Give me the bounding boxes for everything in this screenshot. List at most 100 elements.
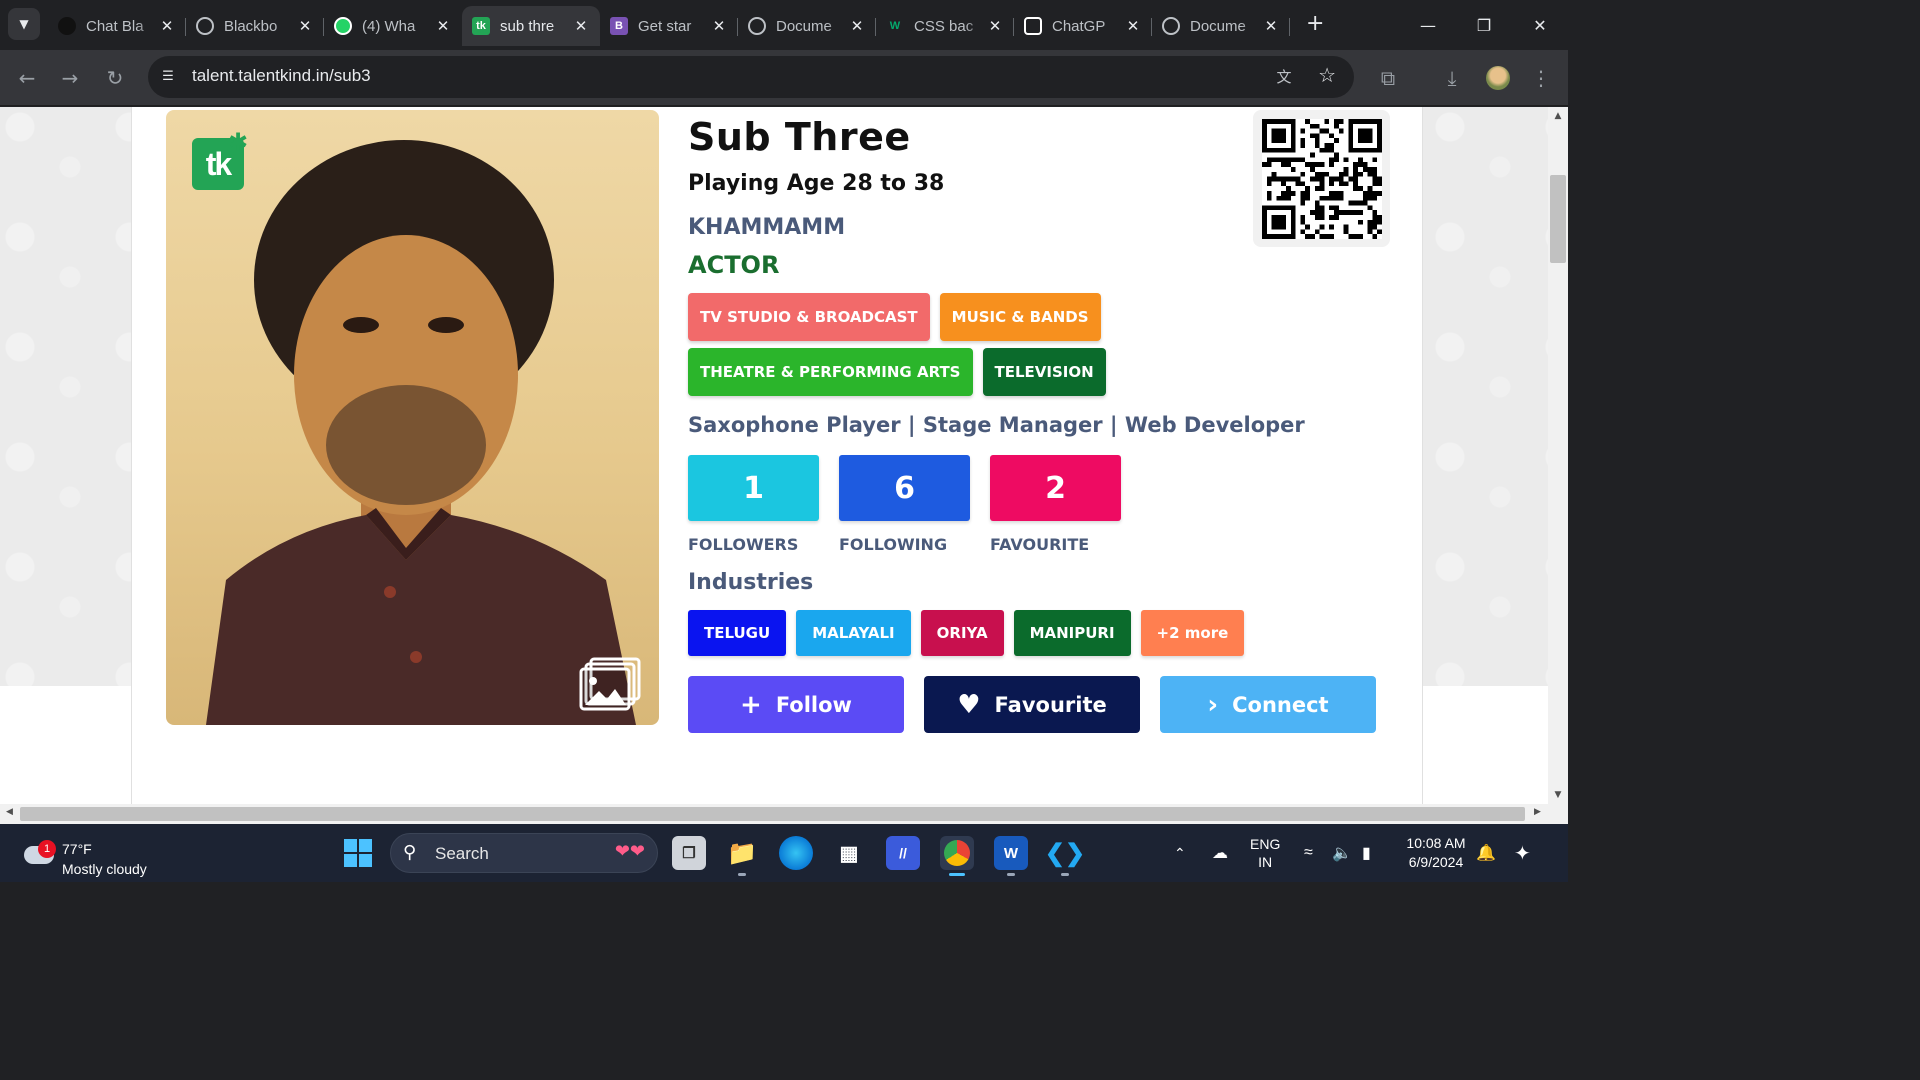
browser-tab[interactable]: Blackbo ✕ <box>186 6 324 46</box>
browser-tab[interactable]: W CSS bac ✕ <box>876 6 1014 46</box>
weather-condition: Mostly cloudy <box>62 861 147 877</box>
app-icon[interactable]: // <box>886 836 920 870</box>
task-view-icon[interactable]: ❐ <box>672 836 706 870</box>
favourite-button[interactable]: ♥ Favourite <box>924 676 1140 733</box>
tray-overflow-icon[interactable]: ⌃ <box>1174 824 1186 882</box>
restore-icon[interactable]: ❐ <box>1456 0 1512 50</box>
window-controls: — ❐ ✕ <box>1400 0 1568 50</box>
tab-title: Docume <box>1190 17 1246 35</box>
battery-icon[interactable]: ▮ <box>1362 824 1371 882</box>
category-tag[interactable]: TELEVISION <box>982 348 1106 396</box>
system-clock[interactable]: 10:08 AM 6/9/2024 <box>1398 834 1474 872</box>
stats-row: 1 FOLLOWERS 6 FOLLOWING 2 FAVOURITE <box>688 455 1121 554</box>
tab-close-icon[interactable]: ✕ <box>1124 17 1142 35</box>
tab-search-button[interactable]: ▼ <box>8 8 40 40</box>
minimize-icon[interactable]: — <box>1400 0 1456 50</box>
close-icon[interactable]: ✕ <box>1512 0 1568 50</box>
button-label: Follow <box>775 692 852 717</box>
industry-tag[interactable]: +2 more <box>1140 610 1245 656</box>
wifi-icon[interactable]: ≈ <box>1304 824 1313 882</box>
horizontal-scroll-thumb[interactable] <box>20 807 1525 821</box>
scroll-right-icon[interactable]: ▶ <box>1534 807 1541 817</box>
windows-start-icon[interactable] <box>344 839 372 867</box>
tab-list: Chat Bla ✕ Blackbo ✕ (4) Wha ✕ tk sub thre ✕ B Get… <box>48 6 1290 46</box>
store-icon[interactable]: ▦ <box>832 836 866 870</box>
word-icon[interactable]: W <box>994 836 1028 876</box>
stat-following[interactable]: 6 FOLLOWING <box>839 455 970 554</box>
browser-tab[interactable]: (4) Wha ✕ <box>324 6 462 46</box>
notification-bell-icon[interactable]: 🔔 <box>1476 824 1496 882</box>
qr-code[interactable] <box>1253 110 1390 247</box>
tab-close-icon[interactable]: ✕ <box>158 17 176 35</box>
taskbar-search[interactable]: ⚲ Search ❤❤ <box>390 833 658 873</box>
stat-value-box[interactable]: 1 <box>688 455 819 521</box>
menu-dots-icon[interactable]: ⋮ <box>1527 64 1555 92</box>
tab-close-icon[interactable]: ✕ <box>1262 17 1280 35</box>
browser-tab[interactable]: Docume ✕ <box>738 6 876 46</box>
onedrive-icon[interactable]: ☁ <box>1212 824 1228 882</box>
vertical-scroll-thumb[interactable] <box>1550 175 1566 263</box>
chevron-right-icon: › <box>1207 689 1219 720</box>
copilot-icon[interactable]: ✦ <box>1514 824 1531 882</box>
scroll-down-icon[interactable]: ▼ <box>1548 790 1568 800</box>
tab-close-icon[interactable]: ✕ <box>986 17 1004 35</box>
scroll-up-icon[interactable]: ▲ <box>1548 111 1568 121</box>
browser-tab[interactable]: Chat Bla ✕ <box>48 6 186 46</box>
address-bar[interactable]: ☰ talent.talentkind.in/sub3 文 ☆ <box>148 56 1354 98</box>
industry-tag[interactable]: ORIYA <box>920 610 1004 656</box>
category-tag[interactable]: MUSIC & BANDS <box>939 293 1101 341</box>
tab-close-icon[interactable]: ✕ <box>710 17 728 35</box>
stat-value-box[interactable]: 6 <box>839 455 970 521</box>
profile-avatar[interactable] <box>1486 66 1510 90</box>
language-indicator[interactable]: ENG IN <box>1250 824 1280 882</box>
horizontal-scrollbar[interactable]: ◀ ▶ <box>0 804 1568 824</box>
extensions-icon[interactable]: ⧉ <box>1374 64 1402 92</box>
whatsapp-icon <box>334 17 352 35</box>
browser-tab[interactable]: tk sub thre ✕ <box>462 6 600 46</box>
industry-tag[interactable]: TELUGU <box>688 610 787 656</box>
translate-icon[interactable]: 文 <box>1272 65 1296 89</box>
site-info-icon[interactable]: ☰ <box>158 67 178 87</box>
weather-widget[interactable]: 1 77°F Mostly cloudy <box>20 832 180 877</box>
browser-tab[interactable]: Docume ✕ <box>1152 6 1290 46</box>
file-explorer-icon[interactable]: 📁 <box>725 836 759 876</box>
button-label: Connect <box>1232 692 1329 717</box>
tab-close-icon[interactable]: ✕ <box>848 17 866 35</box>
gallery-icon[interactable] <box>579 657 641 713</box>
new-tab-button[interactable]: + <box>1306 12 1324 36</box>
back-icon[interactable]: ← <box>13 64 41 92</box>
scroll-left-icon[interactable]: ◀ <box>6 807 13 817</box>
chatbla-icon <box>58 17 76 35</box>
downloads-icon[interactable]: ⤓ <box>1438 64 1466 92</box>
chrome-icon[interactable] <box>940 836 974 876</box>
tab-title: CSS bac <box>914 17 974 35</box>
category-tags: TV STUDIO & BROADCAST MUSIC & BANDS THEATR… <box>688 293 1368 396</box>
portrait-illustration <box>206 140 636 725</box>
industry-tag[interactable]: MANIPURI <box>1013 610 1131 656</box>
url-text[interactable]: talent.talentkind.in/sub3 <box>192 66 371 86</box>
vscode-icon[interactable]: ❮❯ <box>1045 836 1085 876</box>
vertical-scrollbar[interactable]: ▲ ▼ <box>1548 107 1568 804</box>
follow-button[interactable]: + Follow <box>688 676 904 733</box>
weather-temp: 77°F <box>62 841 92 857</box>
tab-close-icon[interactable]: ✕ <box>296 17 314 35</box>
browser-tab[interactable]: B Get star ✕ <box>600 6 738 46</box>
stat-followers[interactable]: 1 FOLLOWERS <box>688 455 819 554</box>
category-tag[interactable]: THEATRE & PERFORMING ARTS <box>688 348 973 396</box>
category-tag[interactable]: TV STUDIO & BROADCAST <box>688 293 930 341</box>
stat-value-box[interactable]: 2 <box>990 455 1121 521</box>
volume-muted-icon[interactable]: 🔈 <box>1332 824 1352 882</box>
browser-tab[interactable]: ChatGP ✕ <box>1014 6 1152 46</box>
industries-heading: Industries <box>688 570 814 595</box>
tab-close-icon[interactable]: ✕ <box>572 17 590 35</box>
bookmark-star-icon[interactable]: ☆ <box>1318 63 1336 87</box>
industry-tag[interactable]: MALAYALI <box>796 610 911 656</box>
stat-favourite[interactable]: 2 FAVOURITE <box>990 455 1121 554</box>
edge-icon[interactable] <box>779 836 813 870</box>
tab-close-icon[interactable]: ✕ <box>434 17 452 35</box>
profile-photo[interactable]: tk ✱ <box>166 110 659 725</box>
tab-title: Chat Bla <box>86 17 144 35</box>
reload-icon[interactable]: ↻ <box>101 64 129 92</box>
connect-button[interactable]: › Connect <box>1160 676 1376 733</box>
forward-icon[interactable]: → <box>56 64 84 92</box>
